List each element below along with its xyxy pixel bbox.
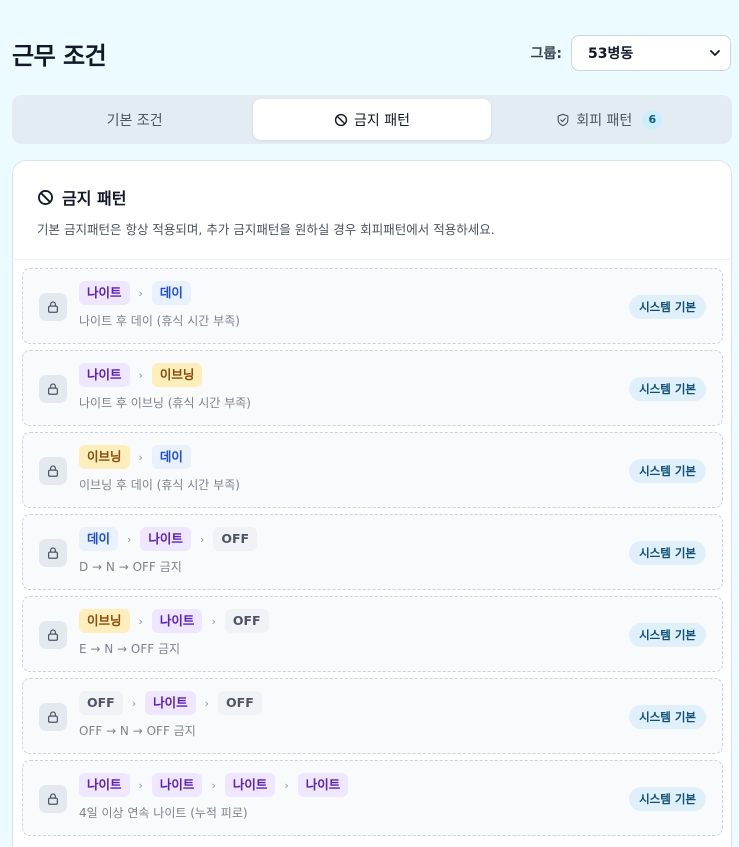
shift-chip-off: OFF [224, 609, 269, 633]
ban-icon [38, 189, 53, 205]
shift-chip-night: 나이트 [140, 527, 191, 551]
shift-chip-night: 나이트 [151, 609, 203, 633]
system-default-badge: 시스템 기본 [629, 705, 706, 729]
tab-label: 기본 조건 [106, 112, 163, 129]
shift-chip-night: 나이트 [79, 363, 130, 387]
shift-chip-evening: 이브닝 [79, 445, 130, 469]
sequence-arrow: › [131, 696, 137, 710]
forbidden-pattern-row: 데이 › 나이트 › OFF D → N → OFF 금지 시스템 기본 [22, 514, 723, 590]
pattern-description: 4일 이상 연속 나이트 (누적 피로) [79, 806, 248, 820]
lock-indicator [39, 703, 67, 731]
sequence-arrow: › [138, 286, 143, 300]
tab-label: 회피 패턴 [576, 112, 633, 129]
lock-indicator [39, 375, 67, 403]
tab-label: 금지 패턴 [354, 112, 410, 129]
shift-chip-night: 나이트 [297, 773, 349, 797]
sequence-arrow: › [284, 778, 289, 792]
group-label: 그룹: [530, 46, 562, 62]
sequence-arrow: › [204, 696, 210, 710]
pattern-sequence: 나이트 › 데이 [79, 281, 191, 305]
shift-chip-night: 나이트 [79, 281, 130, 305]
lock-icon [48, 793, 58, 805]
lock-indicator [39, 621, 67, 649]
pattern-sequence: 나이트 › 나이트 › 나이트 › 나이트 [79, 773, 349, 797]
pattern-description: 나이트 후 이브닝 (휴식 시간 부족) [79, 396, 251, 410]
shift-chip-day: 데이 [151, 281, 191, 305]
group-selector: 그룹: 53병동 [531, 35, 731, 71]
system-default-badge: 시스템 기본 [629, 541, 706, 565]
group-select-value: 53병동 [588, 46, 634, 62]
shift-chip-day: 데이 [151, 445, 191, 469]
pattern-description: 나이트 후 데이 (휴식 시간 부족) [79, 314, 240, 328]
pattern-sequence: 이브닝 › 나이트 › OFF [79, 609, 269, 633]
page-title: 근무 조건 [12, 42, 107, 70]
forbidden-pattern-row: 나이트 › 이브닝나이트 후 이브닝 (휴식 시간 부족) 시스템 기본 [22, 350, 723, 426]
shift-chip-off: OFF [218, 691, 262, 715]
sequence-arrow: › [199, 532, 205, 546]
shift-chip-off: OFF [79, 691, 123, 715]
panel-header: 금지 패턴 기본 금지패턴은 항상 적용되며, 추가 금지패턴을 원하실 경우 … [13, 161, 731, 260]
system-default-badge: 시스템 기본 [629, 787, 706, 811]
system-default-badge: 시스템 기본 [629, 295, 706, 319]
forbidden-patterns-panel: 금지 패턴 기본 금지패턴은 항상 적용되며, 추가 금지패턴을 원하실 경우 … [12, 160, 732, 847]
pattern-description: D → N → OFF 금지 [79, 560, 182, 574]
pattern-sequence: 이브닝 › 데이 [79, 445, 191, 469]
lock-icon [48, 465, 58, 477]
sequence-arrow: › [211, 614, 216, 628]
pattern-sequence: 데이 › 나이트 › OFF [79, 527, 258, 551]
rule-list: 나이트 › 데이 나이트 후 데이 (휴식 시간 부족) 시스템 기본 나이트 › 이브닝 나이… [22, 268, 723, 842]
forbidden-pattern-row: OFF › 나이트 › OFF OFF → N → OFF 금지 시스템 기본 [22, 678, 723, 754]
shift-chip-night: 나이트 [151, 773, 203, 797]
sequence-arrow: › [138, 450, 143, 464]
pattern-sequence: OFF › 나이트 › OFF [79, 691, 262, 715]
chevron-down-icon [710, 50, 720, 56]
shift-chip-day: 데이 [79, 527, 119, 551]
lock-icon [48, 301, 58, 313]
sequence-arrow: › [138, 778, 143, 792]
forbidden-pattern-row: 나이트 › 나이트 › 나이트 › 나이트 4일 이상 연속 나이트 (누적 피로) 시스템 기… [22, 760, 723, 836]
system-default-badge: 시스템 기본 [629, 377, 706, 401]
pattern-description: OFF → N → OFF 금지 [79, 724, 196, 738]
shift-chip-evening: 이브닝 [79, 609, 130, 633]
tab-forbidden-patterns[interactable]: 금지 패턴 [253, 99, 491, 140]
system-default-badge: 시스템 기본 [629, 623, 706, 647]
sequence-arrow: › [127, 532, 132, 546]
pattern-sequence: 나이트 › 이브닝 [79, 363, 203, 387]
lock-icon [48, 629, 58, 641]
ban-icon [334, 113, 348, 126]
lock-icon [48, 547, 58, 559]
lock-icon [48, 711, 58, 723]
sequence-arrow: › [138, 368, 143, 382]
system-default-badge: 시스템 기본 [629, 459, 706, 483]
sequence-arrow: › [211, 778, 216, 792]
group-select[interactable]: 53병동 [571, 35, 731, 71]
panel-title: 금지 패턴 [37, 185, 707, 209]
tab-bar: 기본 조건 금지 패턴 회피 패턴 6 [12, 95, 732, 144]
shift-chip-night: 나이트 [79, 773, 130, 797]
shield-check-icon [557, 113, 569, 126]
tab-avoid-patterns[interactable]: 회피 패턴 6 [491, 99, 728, 140]
tab-basic-conditions[interactable]: 기본 조건 [16, 99, 253, 140]
pattern-description: 이브닝 후 데이 (휴식 시간 부족) [79, 478, 240, 492]
page-header: 근무 조건 그룹: 53병동 [12, 34, 731, 74]
forbidden-pattern-row: 이브닝 › 나이트 › OFF E → N → OFF 금지 시스템 기본 [22, 596, 723, 672]
lock-indicator [39, 293, 67, 321]
sequence-arrow: › [138, 614, 143, 628]
forbidden-pattern-row: 나이트 › 데이나이트 후 데이 (휴식 시간 부족) 시스템 기본 [22, 268, 723, 344]
lock-indicator [39, 539, 67, 567]
pattern-description: E → N → OFF 금지 [79, 642, 181, 656]
avoid-pattern-count-badge: 6 [642, 109, 663, 130]
forbidden-pattern-row: 이브닝 › 데이이브닝 후 데이 (휴식 시간 부족) 시스템 기본 [22, 432, 723, 508]
lock-indicator [39, 457, 67, 485]
shift-chip-night: 나이트 [224, 773, 276, 797]
lock-indicator [39, 785, 67, 813]
shift-chip-evening: 이브닝 [151, 363, 203, 387]
panel-title-text: 금지 패턴 [62, 189, 127, 208]
panel-description: 기본 금지패턴은 항상 적용되며, 추가 금지패턴을 원하실 경우 회피패턴에서… [37, 222, 495, 237]
shift-chip-off: OFF [213, 527, 258, 551]
lock-icon [48, 383, 58, 395]
shift-chip-night: 나이트 [145, 691, 196, 715]
